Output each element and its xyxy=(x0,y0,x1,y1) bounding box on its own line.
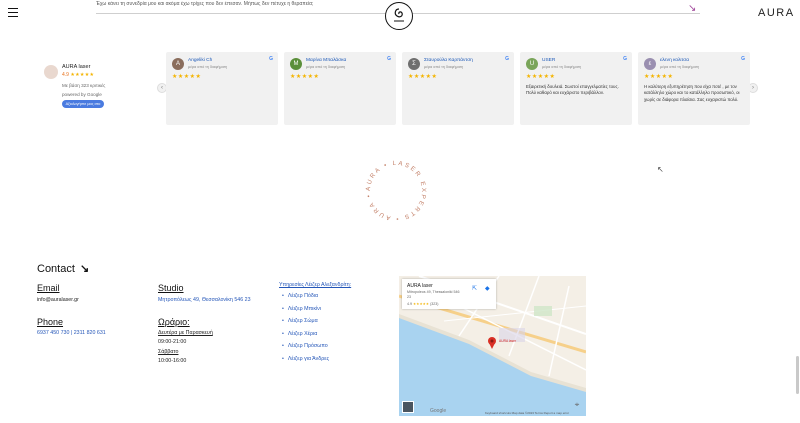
contact-title: Contact xyxy=(37,263,75,275)
saturday-label: Σάββατο xyxy=(158,349,179,355)
service-link-bikini[interactable]: Λέιζερ Μπικίνι xyxy=(282,306,329,312)
reviewer-name[interactable]: Σταυρούλα Καρπάντση xyxy=(424,58,473,63)
service-link-arms[interactable]: Λέιζερ Χέρια xyxy=(282,331,329,337)
arrow-down-right-icon[interactable]: ↘ xyxy=(688,4,696,14)
studio-heading: Studio xyxy=(158,283,184,293)
powered-by-google: powered by Google xyxy=(62,92,102,97)
google-g-icon: G xyxy=(269,56,273,62)
map-rating: 4.9 ★★★★★ (323) xyxy=(407,302,439,306)
review-stars: ★★★★★ xyxy=(644,74,674,80)
review-text: Η καλύτερη εξυπηρέτηση που είχα ποτέ , μ… xyxy=(644,84,740,102)
arrow-down-right-icon: ↘ xyxy=(80,263,90,275)
write-review-button[interactable]: Αξιολογήστε μας στο xyxy=(62,100,104,108)
review-date: μέρα από τη διαφήμιση xyxy=(188,65,228,69)
google-g-icon: G xyxy=(741,56,745,62)
embedded-map[interactable]: AURA laser AURA laser Mitropoleos 49, Th… xyxy=(399,276,586,416)
map-reviews-count: (323) xyxy=(430,302,439,306)
review-stars: ★★★★★ xyxy=(290,74,320,80)
service-link-face[interactable]: Λέιζερ Πρόσωπο xyxy=(282,343,329,349)
review-card: A Angeliki Ch μέρα από τη διαφήμιση G ★★… xyxy=(166,52,278,125)
open-in-maps-icon[interactable]: ⇱ xyxy=(472,285,477,292)
weekdays-hours: 09:00-21:00 xyxy=(158,339,187,345)
weekdays-label: Δευτέρα με Παρασκευή xyxy=(158,330,213,336)
google-g-icon: G xyxy=(623,56,627,62)
map-footer-links[interactable]: Keyboard shortcuts Map data ©2023 Terms … xyxy=(485,411,569,415)
map-rating-score: 4.9 xyxy=(407,302,412,306)
review-card: ε ελενη κολιτσα μέρα από τη διαφήμιση G … xyxy=(638,52,750,125)
business-avatar xyxy=(44,65,58,79)
review-card: Σ Σταυρούλα Καρπάντση μέρα από τη διαφήμ… xyxy=(402,52,514,125)
map-info-card: AURA laser Mitropoleos 49, Thessaloniki … xyxy=(402,279,496,309)
reviewer-name[interactable]: Μαρίνα Μπαλάσκα xyxy=(306,58,346,63)
google-map-logo: Google xyxy=(430,408,447,414)
map-place-name: AURA laser xyxy=(407,283,433,289)
review-text: Εξαιρετική δουλειά. Σωστοί επαγγελματίες… xyxy=(526,84,619,96)
services-list: Λέιζερ Πόδια Λέιζερ Μπικίνι Λέιζερ Σώμα … xyxy=(282,293,329,369)
service-link-legs[interactable]: Λέιζερ Πόδια xyxy=(282,293,329,299)
phone-heading: Phone xyxy=(37,317,64,327)
review-stars: ★★★★★ xyxy=(408,74,438,80)
reviewer-avatar: M xyxy=(290,58,302,70)
svg-text:AURA • LASER EXPERTS • AURA •: AURA • LASER EXPERTS • AURA • LASER EXPE… xyxy=(363,158,427,222)
map-pin-label: AURA laser xyxy=(499,339,517,343)
review-stars: ★★★★★ xyxy=(172,74,202,80)
review-date: μέρα από τη διαφήμιση xyxy=(542,65,582,69)
saturday-hours: 10:00-16:00 xyxy=(158,358,187,364)
review-date: μέρα από τη διαφήμιση xyxy=(424,65,464,69)
reviewer-avatar: Σ xyxy=(408,58,420,70)
reviewer-name[interactable]: ελενη κολιτσα xyxy=(660,58,689,63)
directions-icon[interactable]: ◆ xyxy=(485,285,490,292)
email-link[interactable]: info@auralaser.gr xyxy=(37,297,79,303)
logo-icon[interactable] xyxy=(385,2,413,30)
google-g-icon: G xyxy=(505,56,509,62)
review-card: M Μαρίνα Μπαλάσκα μέρα από τη διαφήμιση … xyxy=(284,52,396,125)
hours-heading: Ωράριο: xyxy=(158,317,190,327)
rating-score: 4.9 xyxy=(62,72,69,78)
badge-ring-text: AURA • LASER EXPERTS • AURA • LASER EXPE… xyxy=(360,153,425,222)
business-name: AURA laser xyxy=(62,64,91,70)
based-on-text: Με βάση 323 κριτικές xyxy=(62,83,106,88)
page-scrollbar[interactable] xyxy=(796,356,799,394)
rating-row: 4.9 ★★★★★ xyxy=(62,72,94,78)
service-link-body[interactable]: Λέιζερ Σώμα xyxy=(282,318,329,324)
reviewer-name[interactable]: USER xyxy=(542,58,555,63)
phone-link[interactable]: 6937 450 730 | 2311 820 631 xyxy=(37,330,106,336)
mouse-cursor-icon: ↖ xyxy=(657,165,664,174)
review-stars: ★★★★★ xyxy=(526,74,556,80)
reviewer-avatar: A xyxy=(172,58,184,70)
email-heading: Email xyxy=(37,283,60,293)
studio-address-link[interactable]: Μητροπόλεως 49, Θεσσαλονίκη 546 23 xyxy=(158,297,251,303)
map-satellite-toggle[interactable] xyxy=(402,401,414,413)
reviewer-avatar: U xyxy=(526,58,538,70)
brand-logo[interactable]: AURA xyxy=(758,7,795,19)
google-rating-summary: AURA laser 4.9 ★★★★★ Με βάση 323 κριτικέ… xyxy=(44,63,124,113)
google-g-icon: G xyxy=(387,56,391,62)
map-rating-stars: ★★★★★ xyxy=(413,302,430,306)
services-title: Υπηρεσίες Λέιζερ Αλεξανδρίτη: xyxy=(279,282,352,288)
review-date: μέρα από τη διαφήμιση xyxy=(660,65,700,69)
review-date: μέρα από τη διαφήμιση xyxy=(306,65,346,69)
reviewer-name[interactable]: Angeliki Ch xyxy=(188,58,212,63)
review-card: U USER μέρα από τη διαφήμιση G ★★★★★ Εξα… xyxy=(520,52,632,125)
laser-experts-badge: AURA • LASER EXPERTS • AURA • LASER EXPE… xyxy=(360,153,429,224)
rating-stars: ★★★★★ xyxy=(70,72,95,78)
service-link-men[interactable]: Λέιζερ για Άνδρες xyxy=(282,356,329,362)
menu-icon[interactable] xyxy=(8,8,18,17)
reviewer-avatar: ε xyxy=(644,58,656,70)
map-place-address: Mitropoleos 49, Thessaloniki 546 23 xyxy=(407,290,460,299)
map-fullscreen-icon[interactable]: ⌖ xyxy=(572,400,582,410)
